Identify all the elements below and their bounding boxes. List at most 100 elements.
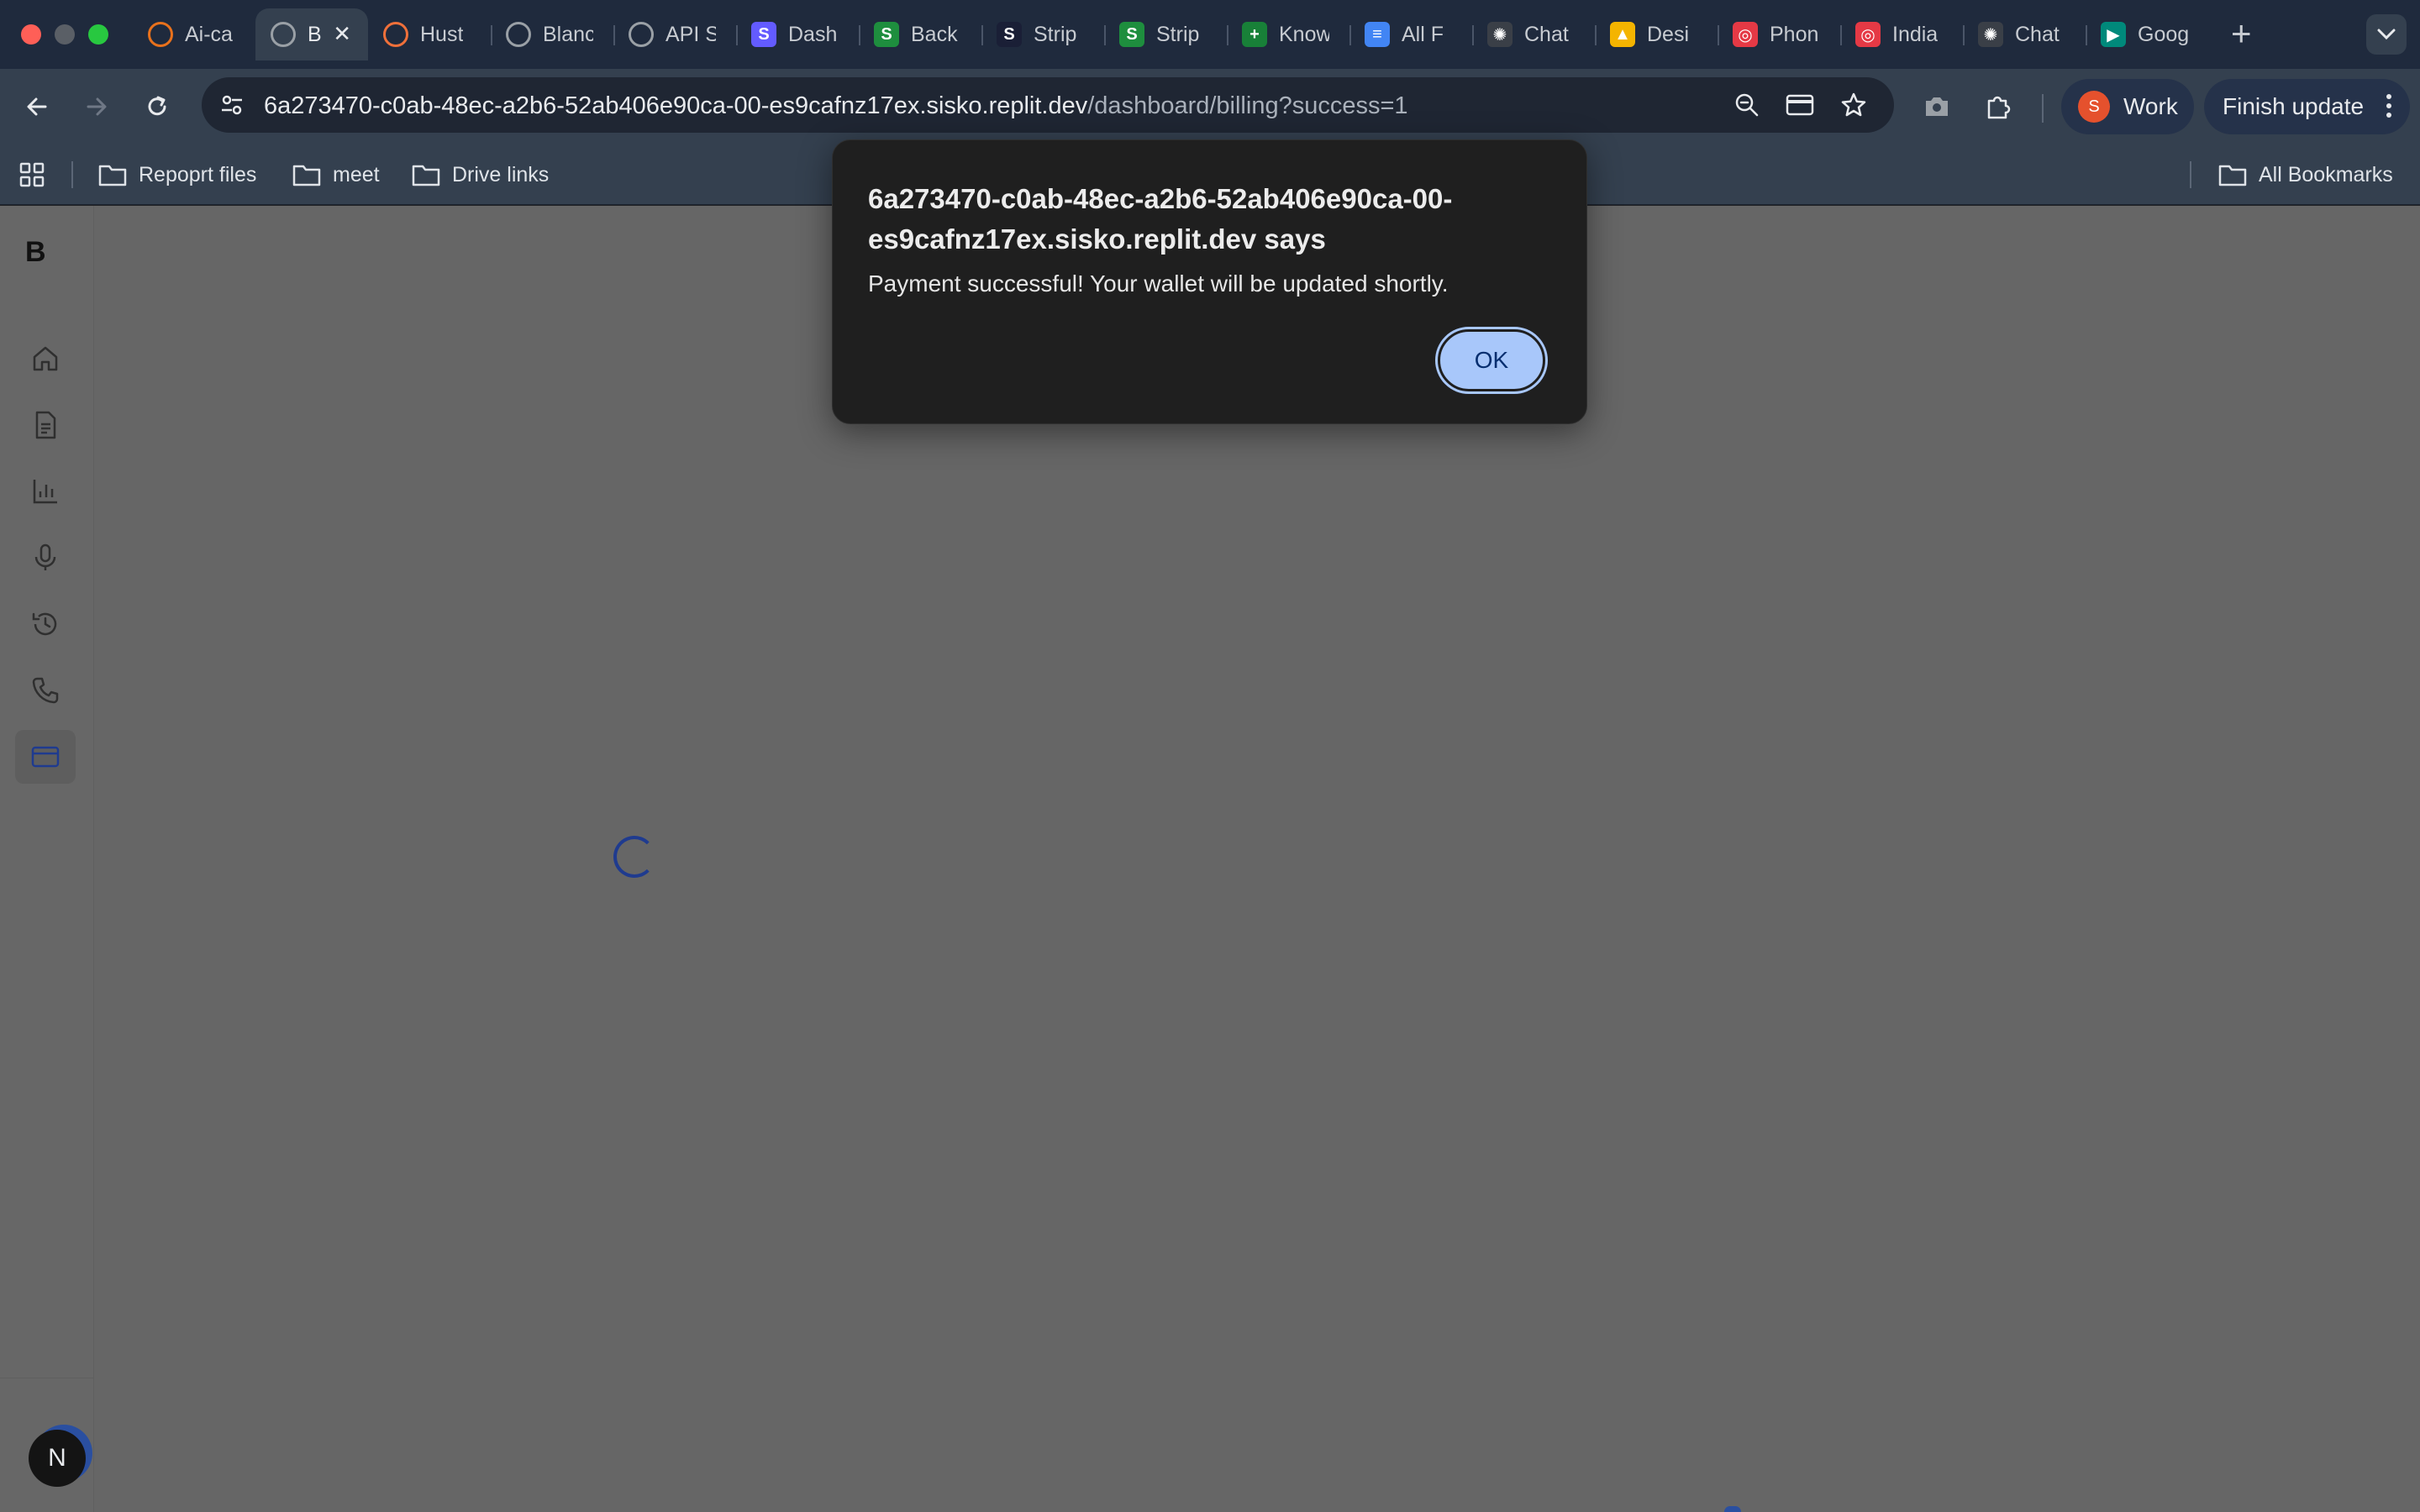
close-tab-icon[interactable]: ✕ [333,21,351,47]
ok-button[interactable]: OK [1435,327,1548,394]
window-close-button[interactable] [21,24,41,45]
credit-card-icon [31,746,60,768]
url-host: 6a273470-c0ab-48ec-a2b6-52ab406e90ca-00-… [264,92,1088,119]
tune-icon [222,95,242,115]
star-icon [1841,92,1866,117]
sidebar-item-billing[interactable] [15,730,76,784]
tab-title: Ai-ca [185,22,233,46]
bookmark-folder[interactable]: Repoprt files [98,158,256,192]
browser-tab[interactable]: S Back [859,8,981,60]
folder-icon [292,165,321,186]
browser-tab[interactable]: B ✕ [255,8,368,60]
sheets-s-icon: S [874,22,899,47]
openai-icon: ✺ [1978,22,2003,47]
folder-icon [412,165,440,186]
puzzle-icon [1987,96,2011,119]
browser-tab[interactable]: ▶ Goog [2086,8,2208,60]
target-icon: ◎ [1855,22,1881,47]
bookmark-star-button[interactable] [1839,90,1869,120]
window-minimize-button[interactable] [55,24,75,45]
ai-logo-icon [148,22,173,47]
docs-icon: ≡ [1365,22,1390,47]
tab-title: Goog [2138,22,2188,46]
address-bar[interactable]: 6a273470-c0ab-48ec-a2b6-52ab406e90ca-00-… [202,77,1894,133]
phone-icon [32,677,59,704]
app-logo: B [25,236,46,268]
alert-dialog: 6a273470-c0ab-48ec-a2b6-52ab406e90ca-00-… [832,139,1587,424]
browser-tab[interactable]: ▲ Desi [1595,8,1718,60]
sidebar-item-home[interactable] [15,332,76,386]
tab-search-button[interactable] [2366,14,2407,55]
finish-update-button[interactable]: Finish update [2204,79,2410,134]
bookmarks-divider [2190,161,2191,188]
bookmark-folder[interactable]: Drive links [412,158,549,192]
apps-grid-icon [19,162,45,187]
credit-card-icon [1786,94,1814,116]
all-bookmarks-button[interactable]: All Bookmarks [2218,158,2393,192]
url-path: /dashboard/billing?success=1 [1087,92,1408,119]
bookmark-folder-label: Drive links [452,162,550,186]
browser-tab[interactable]: Ai-ca [133,8,255,60]
hustle-icon [383,22,408,47]
document-icon [35,411,56,439]
tab-title: Phon [1770,22,1819,46]
browser-tab[interactable]: Hust [368,8,491,60]
history-icon [32,612,57,636]
browser-tab[interactable]: Blanc [491,8,613,60]
screenshot-button[interactable] [1919,89,1954,124]
extensions-button[interactable] [1981,89,2016,124]
reload-icon [148,96,166,116]
globe-icon [506,22,531,47]
profile-label: Work [2123,93,2178,119]
site-info-button[interactable] [215,88,249,122]
new-tab-button[interactable]: + [2231,15,2252,52]
browser-tab[interactable]: S Strip [981,8,1104,60]
home-icon [33,346,58,371]
payment-methods-button[interactable] [1785,90,1815,120]
zoom-button[interactable] [1732,90,1762,120]
browser-tab[interactable]: ◎ Phon [1718,8,1840,60]
url-text: 6a273470-c0ab-48ec-a2b6-52ab406e90ca-00-… [264,92,1408,120]
sidebar-item-microphone[interactable] [15,531,76,585]
window-maximize-button[interactable] [88,24,108,45]
bar-chart-icon [33,480,57,504]
browser-tab[interactable]: API S [613,8,736,60]
bookmark-folder[interactable]: meet [292,158,380,192]
user-avatar[interactable]: N [29,1430,86,1487]
tab-title: Strip [1034,22,1077,46]
zoom-out-icon [1735,93,1759,117]
back-button[interactable] [18,87,56,126]
profile-button[interactable]: S Work [2061,79,2194,134]
sidebar-item-phone[interactable] [15,664,76,717]
browser-toolbar: 6a273470-c0ab-48ec-a2b6-52ab406e90ca-00-… [0,69,2420,144]
floating-widget[interactable] [1724,1506,1741,1512]
tab-title: All F [1402,22,1444,46]
meet-icon: ▶ [2101,22,2126,47]
tab-title: India [1892,22,1939,46]
browser-tab[interactable]: + Know [1227,8,1349,60]
forward-button[interactable] [77,87,116,126]
browser-tab[interactable]: ✺ Chat [1963,8,2086,60]
browser-tab[interactable]: ◎ India [1840,8,1963,60]
folder-icon [2218,165,2247,186]
browser-tab[interactable]: ✺ Chat [1472,8,1595,60]
dialog-title: 6a273470-c0ab-48ec-a2b6-52ab406e90ca-00-… [868,183,1453,255]
tab-list: Ai-ca B ✕ Hust Blanc API S S Dash S Back S Strip S St… [133,8,2208,60]
tab-title: Desi [1647,22,1690,46]
sidebar-item-history[interactable] [15,597,76,651]
arrow-left-icon [27,97,47,116]
folder-icon [98,165,127,186]
sidebar-item-analytics[interactable] [15,465,76,518]
apps-button[interactable] [18,158,57,192]
browser-tab[interactable]: S Dash [736,8,859,60]
globe-icon [629,22,654,47]
bookmark-folder-label: Repoprt files [139,162,257,186]
tab-title: Chat [1524,22,1569,46]
tab-title: B [308,22,322,46]
globe-icon [271,22,296,47]
tab-title: Strip [1156,22,1200,46]
sidebar-item-documents[interactable] [15,398,76,452]
browser-tab[interactable]: ≡ All F [1349,8,1472,60]
reload-button[interactable] [138,87,176,126]
browser-tab[interactable]: S Strip [1104,8,1227,60]
